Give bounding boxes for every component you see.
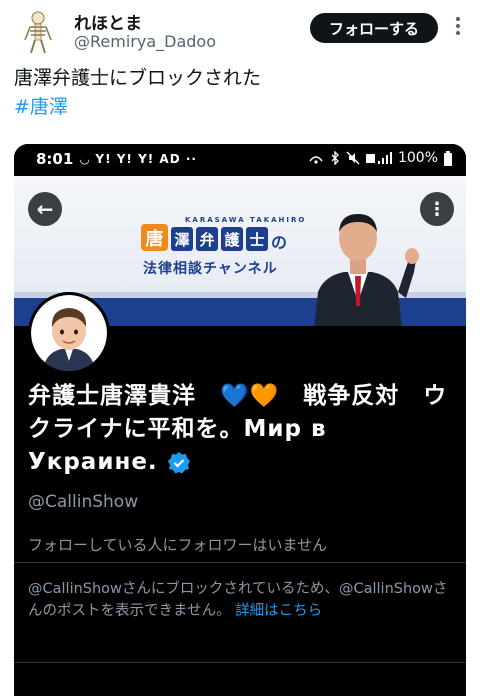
logo-tile: 澤: [171, 227, 193, 251]
verified-badge-icon: [167, 451, 190, 473]
tweet-body: 唐澤弁護士にブロックされた: [14, 67, 262, 89]
user-handle[interactable]: @Remirya_Dadoo: [74, 32, 216, 51]
status-time: 8:01: [36, 150, 74, 168]
logo-tile: 護: [221, 227, 243, 251]
mute-icon: [346, 151, 360, 165]
profile-display-name: 弁護士唐澤貴洋 💙🧡 戦争反対 ウクライナに平和を。Мир в Украине.: [28, 380, 448, 479]
logo-tile: 弁: [196, 227, 218, 251]
battery-icon: [444, 150, 452, 166]
logo-subtitle: 法律相談チャンネル: [143, 261, 278, 277]
more-options-icon[interactable]: [448, 14, 468, 38]
battery-percent: 100%: [397, 150, 438, 166]
profile-name-text: 弁護士唐澤貴洋 💙🧡 戦争反対 ウクライナに平和を。Мир в Украине.: [28, 383, 448, 475]
back-arrow-icon[interactable]: ←: [28, 192, 62, 226]
notification-icons: ◡ Y! Y! Y! AD ··: [80, 152, 197, 166]
channel-logo: KARASAWA TAKAHIRO 唐 澤 弁 護 士 の 法律相談チャンネル: [141, 216, 311, 282]
logo-no: の: [271, 233, 288, 252]
logo-tile: 士: [246, 227, 268, 251]
learn-more-link[interactable]: 詳細はこちら: [235, 603, 322, 619]
profile-avatar[interactable]: [28, 292, 110, 374]
user-avatar[interactable]: [18, 10, 58, 54]
phone-status-bar: 8:01 ◡ Y! Y! Y! AD ·· 100%: [14, 144, 466, 176]
display-name[interactable]: れほとま: [74, 9, 142, 34]
wifi-call-icon: [309, 156, 323, 164]
lawyer-photo: [314, 214, 419, 326]
blocked-notice: @CallinShowさんにブロックされているため、@CallinShowさんの…: [28, 578, 458, 622]
logo-kara: 唐: [141, 224, 168, 251]
divider: [14, 562, 466, 563]
followers-you-know: フォローしている人にフォロワーはいません: [28, 536, 328, 554]
divider: [14, 662, 466, 663]
attached-screenshot[interactable]: 8:01 ◡ Y! Y! Y! AD ·· 100% KARASAWA TAKA…: [14, 144, 466, 696]
signal-icon: [365, 152, 392, 164]
hashtag-link[interactable]: #唐澤: [14, 93, 261, 122]
bluetooth-icon: [331, 151, 339, 165]
tweet-header: れほとま @Remirya_Dadoo フォローする: [0, 0, 480, 64]
more-vertical-icon[interactable]: ⋮: [420, 192, 454, 226]
profile-handle: @CallinShow: [28, 492, 139, 512]
follow-button[interactable]: フォローする: [310, 13, 438, 43]
tweet-text: 唐澤弁護士にブロックされた #唐澤: [14, 64, 261, 122]
system-icons: 100%: [308, 150, 452, 166]
logo-romaji: KARASAWA TAKAHIRO: [185, 216, 307, 224]
